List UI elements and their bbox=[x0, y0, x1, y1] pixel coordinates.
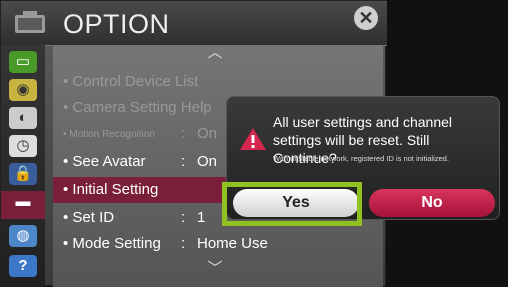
list-item-colon: : bbox=[181, 153, 186, 170]
page-title: OPTION bbox=[63, 9, 170, 39]
picture-icon[interactable]: ▭ bbox=[9, 51, 37, 73]
list-item-value: On bbox=[197, 125, 218, 142]
list-item-label: • Camera Setting Help bbox=[63, 99, 212, 116]
sidebar: ▭ ◉ ◐ ◷ 🔒 ▬ ◍ ? bbox=[1, 45, 45, 287]
scroll-down-icon[interactable]: ﹀ bbox=[205, 261, 225, 276]
tv-icon bbox=[15, 11, 45, 33]
list-item[interactable]: • Control Device List bbox=[53, 69, 383, 93]
list-item-label: • Initial Setting bbox=[63, 181, 159, 198]
close-icon[interactable]: ✕ bbox=[354, 6, 378, 30]
list-item-colon: : bbox=[181, 125, 186, 142]
no-button[interactable]: No bbox=[369, 189, 495, 217]
list-item-value: On bbox=[197, 153, 218, 170]
list-item[interactable]: • Mode Setting : Home Use bbox=[53, 231, 383, 255]
list-item-value: Home Use bbox=[197, 235, 268, 252]
warning-icon bbox=[240, 128, 266, 150]
support-icon[interactable]: ? bbox=[9, 255, 37, 277]
list-item-label: • Motion Recognition bbox=[63, 129, 155, 140]
focus-highlight bbox=[222, 182, 362, 226]
option-header: OPTION ✕ bbox=[1, 1, 387, 46]
list-item-colon: : bbox=[181, 235, 186, 252]
list-item-colon: : bbox=[181, 209, 186, 226]
option-icon[interactable]: ▬ bbox=[1, 191, 45, 219]
list-item-label: • Set ID bbox=[63, 209, 115, 226]
list-item-label: • See Avatar bbox=[63, 153, 146, 170]
time-icon[interactable]: ◷ bbox=[9, 135, 37, 157]
network-icon[interactable]: ◍ bbox=[9, 225, 37, 247]
list-item-label: • Control Device List bbox=[63, 73, 199, 90]
lock-icon[interactable]: 🔒 bbox=[9, 163, 37, 185]
dialog-note: With unstable network, registered ID is … bbox=[273, 154, 449, 163]
scroll-up-icon[interactable]: ︿ bbox=[205, 45, 225, 60]
list-item-value: 1 bbox=[197, 209, 206, 226]
list-item-label: • Mode Setting bbox=[63, 235, 161, 252]
channel-icon[interactable]: ◐ bbox=[9, 107, 37, 129]
sound-icon[interactable]: ◉ bbox=[9, 79, 37, 101]
